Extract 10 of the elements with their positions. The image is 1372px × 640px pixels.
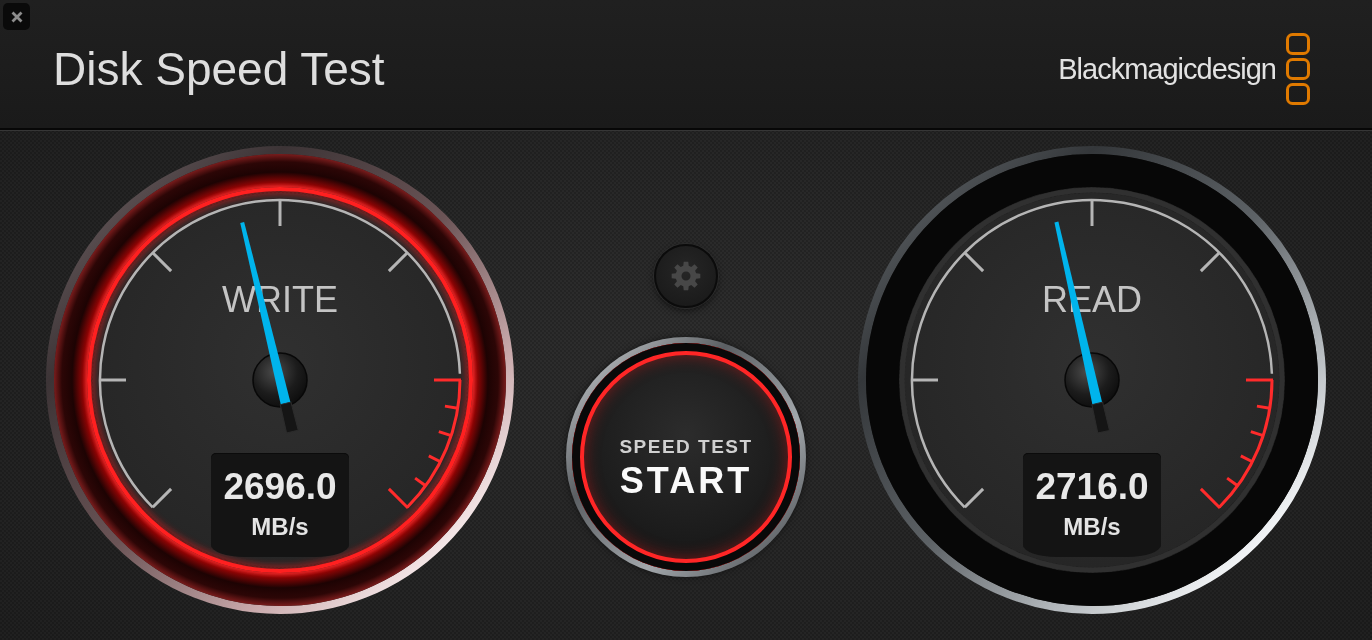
speed-unit: MB/s	[251, 514, 309, 540]
speed-value: 2696.0	[223, 467, 337, 507]
speed-unit: MB/s	[1063, 514, 1121, 540]
squares-logo-icon	[1286, 33, 1310, 105]
window-title: Disk Speed Test	[53, 42, 386, 96]
settings-icon	[671, 261, 701, 291]
speed-value: 2716.0	[1035, 467, 1149, 507]
close-icon	[10, 10, 23, 23]
close-button[interactable]	[3, 3, 30, 30]
brand-name: Blackmagicdesign	[1058, 52, 1276, 86]
